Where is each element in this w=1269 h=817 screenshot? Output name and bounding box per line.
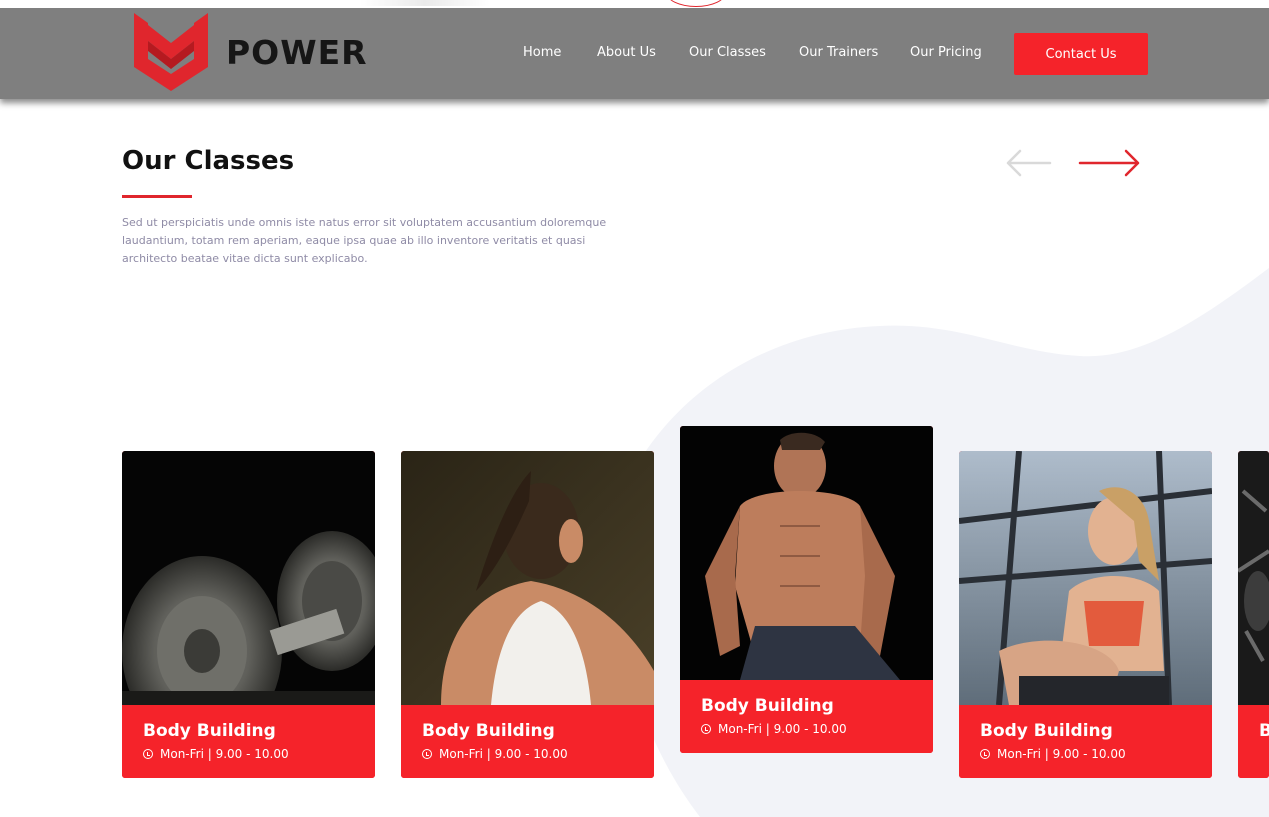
woman-gym-photo (959, 451, 1212, 705)
class-schedule: Mon-Fri | 9.00 - 10.00 (422, 747, 568, 761)
class-schedule-text: Mon-Fri | 9.00 - 10.00 (439, 747, 568, 761)
top-strip-smudge (360, 0, 490, 6)
class-card[interactable]: Body Building Mon-Fri | 9.00 - 10.00 (959, 451, 1212, 778)
class-card-info: Body Building Mon-Fri | 9.00 - 10.00 (122, 705, 375, 778)
woman-back-photo (401, 451, 654, 705)
nav-our-classes[interactable]: Our Classes (689, 45, 766, 60)
nav-our-pricing[interactable]: Our Pricing (910, 45, 982, 60)
class-card-active[interactable]: Body Building Mon-Fri | 9.00 - 10.00 (680, 426, 933, 753)
arrow-left-icon (1004, 146, 1052, 180)
contact-us-button[interactable]: Contact Us (1014, 33, 1148, 75)
main-nav: Home About Us Our Classes Our Trainers O… (0, 8, 1269, 99)
class-card-info: Body Building Mon-Fri | 9.00 - 10.00 (401, 705, 654, 778)
nav-home[interactable]: Home (523, 45, 561, 60)
class-title: Body Building (143, 721, 276, 741)
section-description: Sed ut perspiciatis unde omnis iste natu… (122, 216, 607, 265)
nav-about-us[interactable]: About Us (597, 45, 656, 60)
nav-our-trainers[interactable]: Our Trainers (799, 45, 878, 60)
arrow-right-icon (1078, 146, 1142, 180)
class-card[interactable]: Body Building Mon-Fri | 9.00 - 10.00 (122, 451, 375, 778)
class-schedule-text: Mon-Fri | 9.00 - 10.00 (997, 747, 1126, 761)
muscular-man-photo (680, 426, 933, 680)
class-card[interactable]: Body Building Mon-Fri | 9.00 - 10.00 (401, 451, 654, 778)
class-card-info: B (1238, 705, 1269, 778)
carousel-next-button[interactable] (1078, 146, 1142, 180)
clock-icon (701, 724, 711, 734)
clock-icon (980, 749, 990, 759)
class-schedule: Mon-Fri | 9.00 - 10.00 (980, 747, 1126, 761)
class-schedule: Mon-Fri | 9.00 - 10.00 (143, 747, 289, 761)
class-card-info: Body Building Mon-Fri | 9.00 - 10.00 (680, 680, 933, 753)
class-card-info: Body Building Mon-Fri | 9.00 - 10.00 (959, 705, 1212, 778)
class-title: Body Building (422, 721, 555, 741)
class-schedule-text: Mon-Fri | 9.00 - 10.00 (160, 747, 289, 761)
class-schedule-text: Mon-Fri | 9.00 - 10.00 (718, 722, 847, 736)
title-underline (122, 195, 192, 198)
site-header: POWER Home About Us Our Classes Our Trai… (0, 8, 1269, 99)
carousel-prev-button[interactable] (1004, 146, 1052, 180)
class-title: B (1259, 721, 1269, 741)
class-title: Body Building (980, 721, 1113, 741)
clock-icon (422, 749, 432, 759)
gym-equipment-photo (1238, 451, 1269, 705)
dumbbell-photo (122, 451, 375, 705)
clock-icon (143, 749, 153, 759)
section-title: Our Classes (122, 146, 295, 176)
class-card-partial[interactable]: B (1238, 451, 1269, 778)
class-title: Body Building (701, 696, 834, 716)
decorative-circle (666, 0, 726, 7)
class-schedule: Mon-Fri | 9.00 - 10.00 (701, 722, 847, 736)
top-strip (0, 0, 1269, 8)
